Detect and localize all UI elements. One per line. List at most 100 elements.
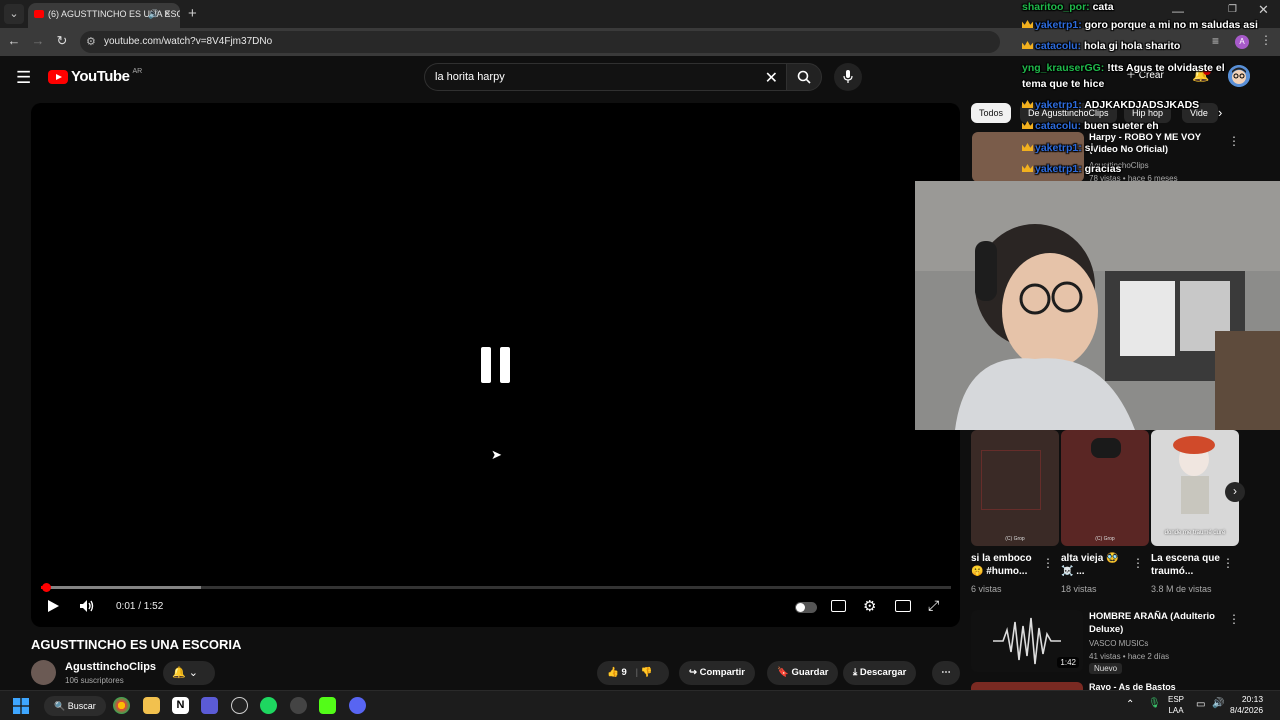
- more-actions-icon[interactable]: ⋯: [932, 661, 960, 685]
- site-info-icon[interactable]: ⚙: [86, 35, 96, 48]
- short-options-icon[interactable]: ⋮: [1132, 556, 1144, 570]
- chrome-icon[interactable]: [113, 697, 130, 714]
- short-options-icon[interactable]: ⋮: [1222, 556, 1234, 570]
- theater-mode-icon[interactable]: [895, 600, 911, 612]
- reload-icon[interactable]: ↻: [53, 33, 71, 49]
- forward-arrow-icon[interactable]: →: [29, 33, 47, 48]
- subtitles-icon[interactable]: [831, 600, 846, 612]
- video-meta: 41 vistas • hace 2 días: [1089, 652, 1170, 661]
- short-title-1[interactable]: si la emboco 🤫 #humo...: [971, 552, 1043, 578]
- download-button[interactable]: ⤓ Descargar: [843, 661, 917, 685]
- spotify-icon[interactable]: [260, 697, 277, 714]
- video-thumbnail[interactable]: [971, 682, 1083, 690]
- channel-name[interactable]: AgusttinchoClips: [65, 661, 156, 673]
- chatgpt-icon[interactable]: [231, 697, 248, 714]
- fullscreen-icon[interactable]: ⤢: [928, 597, 939, 614]
- windows-taskbar: 🔍 Buscar N ⌃ 🎙 ESP LAA ▭ 🔊 20:13 8/4/202…: [0, 690, 1280, 720]
- subscription-bell-button[interactable]: 🔔 ⌄: [163, 661, 215, 685]
- chat-username: yaketrp1:: [1035, 19, 1085, 31]
- short-views-1: 6 vistas: [971, 584, 1002, 594]
- new-tab-button[interactable]: +: [188, 5, 197, 22]
- new-badge: Nuevo: [1089, 663, 1123, 674]
- chat-text: tema que te hice: [1022, 78, 1105, 90]
- chat-username: yng_krauserGG:: [1022, 62, 1108, 74]
- save-button[interactable]: 🔖 Guardar: [767, 661, 839, 685]
- chat-message: yng_krauserGG: !tts Agus te olvidaste el: [1022, 61, 1225, 75]
- tray-chevron-up-icon[interactable]: ⌃: [1126, 699, 1134, 710]
- windows-start-icon[interactable]: [13, 698, 29, 714]
- thumb-clown-hair: [1173, 436, 1215, 454]
- clear-search-icon[interactable]: ✕: [765, 68, 778, 88]
- volume-button[interactable]: [79, 599, 95, 616]
- kick-icon[interactable]: [319, 697, 336, 714]
- hamburger-menu-icon[interactable]: ☰: [16, 68, 31, 88]
- clock-date: 8/4/2026: [1230, 705, 1264, 715]
- voice-search-button[interactable]: [834, 63, 862, 91]
- chat-text: gracias: [1084, 163, 1122, 175]
- share-icon: ↪: [689, 667, 700, 678]
- search-button[interactable]: [786, 63, 822, 91]
- pause-icon[interactable]: [481, 347, 511, 383]
- short-options-icon[interactable]: ⋮: [1042, 556, 1054, 570]
- video-thumbnail[interactable]: 1:42: [971, 610, 1083, 672]
- youtube-logo[interactable]: YouTube AR: [48, 68, 142, 85]
- short-caption: donde me traumé duré: [1164, 530, 1226, 536]
- stream-chat-overlay: sharitoo_por: cata yaketrp1: goro porque …: [1018, 0, 1280, 180]
- obs-icon[interactable]: [290, 697, 307, 714]
- snipping-tool-icon[interactable]: [201, 697, 218, 714]
- tab-close-icon[interactable]: ×: [164, 3, 170, 25]
- search-icon: [797, 70, 811, 84]
- thumb-sunglasses: [1091, 438, 1121, 458]
- time-display: 0:01 / 1:52: [116, 601, 164, 612]
- network-icon[interactable]: ▭: [1196, 699, 1205, 710]
- short-title-2[interactable]: alta vieja 🥸 ☠️ ...: [1061, 552, 1133, 578]
- video-player[interactable]: ➤ 0:01 / 1:52 ⚙ ⤢: [31, 103, 960, 627]
- search-input[interactable]: la horita harpy ✕: [424, 63, 788, 91]
- chat-text: goro porque a mi no m saludas asi: [1084, 19, 1258, 31]
- chevron-down-icon: ⌄: [188, 667, 198, 679]
- video-title-link[interactable]: HOMBRE ARAÑA (Adulterio Deluxe): [1089, 610, 1224, 636]
- share-button[interactable]: ↪ Compartir: [679, 661, 756, 685]
- url-bar[interactable]: ⚙ youtube.com/watch?v=8V4Fjm37DNo: [80, 31, 1000, 53]
- like-button[interactable]: 👍 9 | 👎: [597, 661, 669, 685]
- chip-todos[interactable]: Todos: [971, 103, 1012, 123]
- notion-icon[interactable]: N: [172, 697, 189, 714]
- autoplay-pause-icon: [796, 603, 805, 612]
- short-thumbnail-1[interactable]: (C) Grop: [971, 430, 1059, 546]
- tab-title: (6) AGUSTTINCHO ES UNA ESCORIA: [48, 9, 180, 19]
- browser-tab[interactable]: (6) AGUSTTINCHO ES UNA ESCORIA 🔊 ×: [28, 3, 180, 28]
- autoplay-toggle[interactable]: [795, 602, 817, 613]
- play-button[interactable]: [46, 599, 60, 616]
- search-label: Buscar: [67, 701, 96, 711]
- file-explorer-icon[interactable]: [143, 697, 160, 714]
- short-views-2: 18 vistas: [1061, 584, 1097, 594]
- short-thumbnail-2[interactable]: (C) Grop: [1061, 430, 1149, 546]
- tab-search-button[interactable]: ⌄: [4, 4, 24, 24]
- microphone-tray-icon[interactable]: 🎙: [1148, 698, 1161, 709]
- chat-text: hola gi hola sharito: [1084, 40, 1181, 52]
- microphone-icon: [843, 70, 853, 83]
- short-title-3[interactable]: La escena que traumó...: [1151, 552, 1223, 578]
- settings-gear-icon[interactable]: ⚙: [863, 597, 876, 615]
- discord-icon[interactable]: [349, 697, 366, 714]
- progress-scrubber-handle[interactable]: [42, 583, 51, 592]
- channel-avatar[interactable]: [31, 660, 56, 685]
- chat-message: catacolu: buen sueter eh: [1022, 119, 1159, 133]
- short-watermark: (C) Grop: [1005, 536, 1025, 542]
- mouse-cursor-icon: ➤: [491, 447, 502, 462]
- play-icon: [48, 600, 59, 612]
- video-title-link[interactable]: Rayo - As de Bastos: [1089, 682, 1176, 690]
- taskbar-search[interactable]: 🔍 Buscar: [44, 696, 106, 716]
- thumbs-down-icon[interactable]: 👎: [641, 667, 653, 678]
- chat-text: !tts Agus te olvidaste el: [1107, 62, 1225, 74]
- short-watermark: (C) Grop: [1095, 536, 1115, 542]
- language-indicator[interactable]: ESP LAA: [1168, 694, 1184, 716]
- chat-username: yaketrp1:: [1035, 163, 1085, 175]
- taskbar-clock[interactable]: 20:13 8/4/2026: [1230, 694, 1263, 716]
- bell-icon: 🔔: [172, 667, 186, 679]
- speaker-icon[interactable]: 🔊: [148, 3, 159, 25]
- video-options-icon[interactable]: ⋮: [1228, 612, 1240, 626]
- shorts-next-arrow-icon[interactable]: ›: [1225, 482, 1245, 502]
- volume-tray-icon[interactable]: 🔊: [1212, 698, 1224, 709]
- back-arrow-icon[interactable]: ←: [5, 33, 23, 48]
